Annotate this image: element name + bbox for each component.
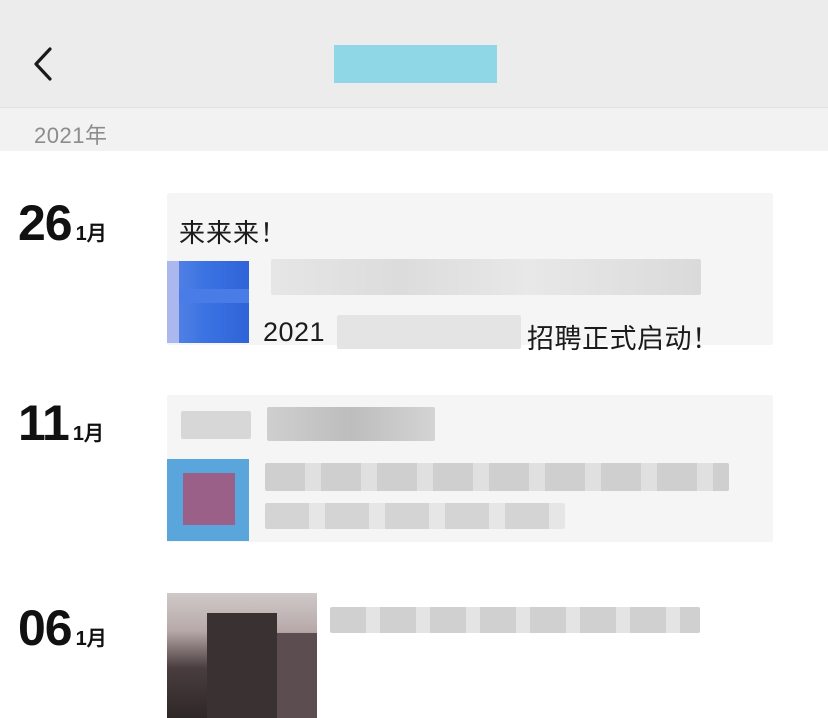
link-title-start: 2021 <box>263 317 326 347</box>
link-title-end: 招聘正式启动！ <box>527 324 720 354</box>
link-thumbnail-redacted <box>167 261 249 343</box>
year-section-header <box>0 108 828 151</box>
top-bar <box>0 0 828 108</box>
photo-thumbnail-redacted <box>167 593 317 718</box>
post-comment-redacted <box>267 407 435 441</box>
entry-date: 26 1月 <box>18 198 107 248</box>
link-title-redacted <box>265 463 729 491</box>
page-title-redacted <box>334 45 497 83</box>
post-comment-redacted <box>181 411 251 439</box>
link-title-redacted <box>265 503 565 529</box>
back-button[interactable] <box>18 34 68 94</box>
entry-month: 1月 <box>75 628 107 650</box>
timeline-entry: 26 1月 来来来！ 2021 招聘正式启动！ <box>0 180 828 354</box>
link-title-middle-redacted <box>337 315 521 349</box>
moments-page: 2021年 26 1月 来来来！ 2021 招聘正式启动！ 11 1月 06 1… <box>0 0 828 718</box>
chevron-left-icon <box>34 47 52 81</box>
link-thumbnail-redacted <box>167 459 249 541</box>
entry-day: 11 <box>18 395 70 451</box>
timeline-entry: 06 1月 <box>0 585 828 718</box>
entry-day: 26 <box>18 195 73 251</box>
shared-post-card[interactable] <box>167 395 773 542</box>
link-title-redacted <box>271 259 701 295</box>
shared-post-card[interactable]: 来来来！ 2021 招聘正式启动！ <box>167 193 773 354</box>
post-comment: 来来来！ <box>179 218 288 248</box>
timeline-entry: 11 1月 <box>0 380 828 545</box>
entry-month: 1月 <box>75 223 107 245</box>
entry-day: 06 <box>18 600 73 656</box>
year-label: 2021年 <box>34 123 108 148</box>
entry-date: 11 1月 <box>18 398 104 448</box>
post-text-redacted <box>330 607 700 633</box>
entry-date: 06 1月 <box>18 603 107 653</box>
entry-month: 1月 <box>72 423 104 445</box>
